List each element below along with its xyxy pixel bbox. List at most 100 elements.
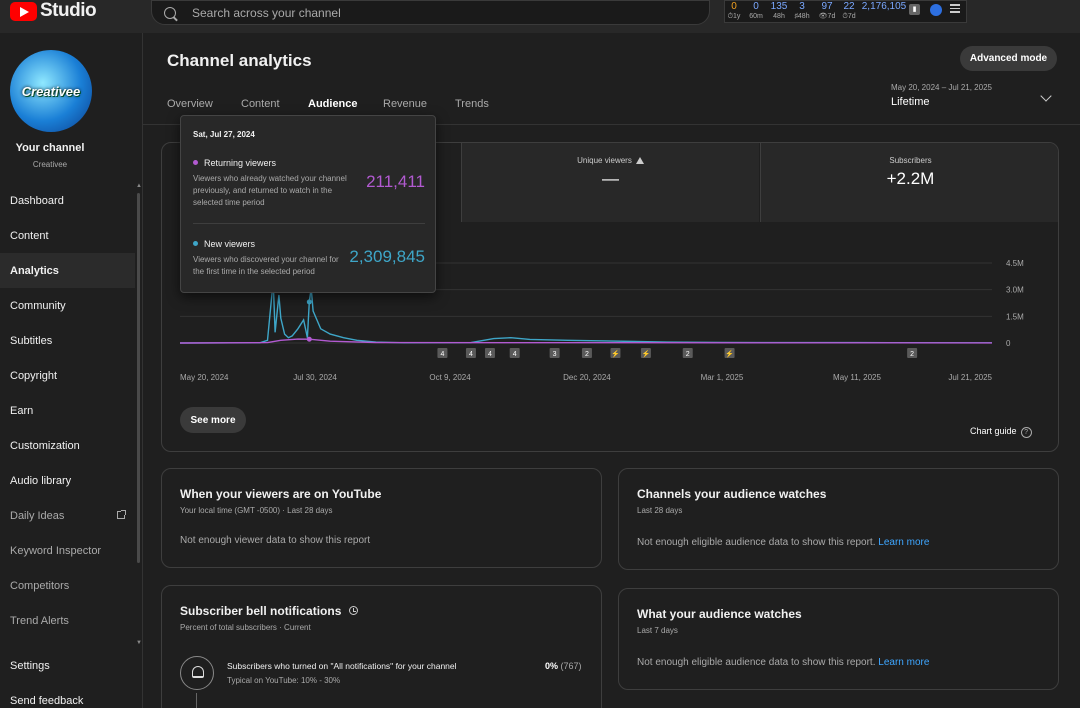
event-marker-label: 2 xyxy=(585,351,589,358)
card-title: When your viewers are on YouTube xyxy=(180,487,382,501)
tooltip-new-value: 2,309,845 xyxy=(349,247,425,266)
y-tick-label: 1.5M xyxy=(1006,312,1024,321)
external-link-icon xyxy=(117,510,126,519)
highlight-point xyxy=(306,336,312,342)
card-subtitle: Your local time (GMT -0500) · Last 28 da… xyxy=(180,506,333,515)
scroll-up-icon[interactable]: ▲ xyxy=(136,183,142,189)
stat-item: 0 ⏱1y xyxy=(727,1,741,20)
event-marker-label: 2 xyxy=(686,351,690,358)
stat-item: 135 48h xyxy=(770,1,788,20)
y-tick-label: 0 xyxy=(1006,339,1011,348)
sidebar-item-competitors[interactable]: Competitors xyxy=(0,568,135,603)
legend-dot-icon xyxy=(193,241,198,246)
date-period[interactable]: Lifetime xyxy=(891,96,930,108)
event-marker-label: 4 xyxy=(488,351,492,358)
logo-text: Studio xyxy=(40,0,97,21)
card-subtitle: Percent of total subscribers · Current xyxy=(180,623,311,632)
event-marker-label: ⚡ xyxy=(611,349,620,358)
tooltip-date: Sat, Jul 27, 2024 xyxy=(193,130,255,139)
x-tick-label: Oct 9, 2024 xyxy=(429,373,471,382)
sidebar-item-trend-alerts[interactable]: Trend Alerts xyxy=(0,603,135,638)
tab-audience[interactable]: Audience xyxy=(308,98,358,110)
analytics-icon[interactable]: ▮ xyxy=(909,4,920,15)
learn-more-link[interactable]: Learn more xyxy=(878,657,929,668)
clock-icon[interactable] xyxy=(349,606,359,615)
sidebar-item-content[interactable]: Content xyxy=(0,218,135,253)
search-bar[interactable] xyxy=(151,0,710,25)
event-marker-label: 3 xyxy=(553,351,557,358)
tooltip-returning-value: 211,411 xyxy=(366,172,425,191)
event-marker-label: 4 xyxy=(469,351,473,358)
bell-icon xyxy=(192,666,204,678)
x-tick-label: Jul 21, 2025 xyxy=(948,373,992,382)
chart-guide-link[interactable]: Chart guide? xyxy=(970,426,1032,438)
sidebar-item-subtitles[interactable]: Subtitles xyxy=(0,323,135,358)
sidebar-item-send-feedback[interactable]: Send feedback xyxy=(0,683,135,708)
tooltip-new-title: New viewers xyxy=(193,239,255,249)
menu-icon[interactable] xyxy=(950,4,960,14)
legend-dot-icon xyxy=(193,160,198,165)
learn-more-link[interactable]: Learn more xyxy=(878,537,929,548)
scroll-down-icon[interactable]: ▼ xyxy=(136,640,142,646)
stats-extension-widget[interactable]: 0 ⏱1y 0 60m 135 48h 3 ♯48h 97 👁7d 22 ⏱7d 2,176… xyxy=(724,0,967,23)
tab-overview[interactable]: Overview xyxy=(167,98,213,110)
sidebar-item-customization[interactable]: Customization xyxy=(0,428,135,463)
date-range[interactable]: May 20, 2024 – Jul 21, 2025 xyxy=(891,83,992,92)
sidebar-scrollbar[interactable] xyxy=(137,193,140,563)
tooltip-returning-desc: Viewers who already watched your channel… xyxy=(193,174,347,207)
card-title: Subscriber bell notifications xyxy=(180,604,359,618)
stat-item: 2,176,105 xyxy=(861,1,907,12)
what-audience-watches-card: What your audience watches Last 7 days N… xyxy=(618,588,1059,690)
chart-tooltip: Sat, Jul 27, 2024 Returning viewers View… xyxy=(180,115,436,293)
channel-label: Your channel xyxy=(15,142,85,154)
help-icon: ? xyxy=(1020,427,1032,438)
event-marker-label: 4 xyxy=(440,351,444,358)
channel-handle: Creativee xyxy=(32,160,68,169)
sidebar-item-settings[interactable]: Settings xyxy=(0,648,135,683)
subscriber-bell-card: Subscriber bell notifications Percent of… xyxy=(161,585,602,708)
tooltip-divider xyxy=(193,223,425,224)
event-marker-label: ⚡ xyxy=(725,349,734,358)
chevron-down-icon[interactable] xyxy=(1040,90,1052,102)
sidebar-item-copyright[interactable]: Copyright xyxy=(0,358,135,393)
event-marker-label: 2 xyxy=(910,351,914,358)
search-icon[interactable] xyxy=(164,6,176,19)
sidebar-item-daily-ideas[interactable]: Daily Ideas xyxy=(0,498,135,533)
youtube-studio-logo[interactable]: Studio xyxy=(10,0,97,22)
extension-icon[interactable] xyxy=(930,4,942,16)
search-input[interactable] xyxy=(192,5,672,20)
card-body: Not enough eligible audience data to sho… xyxy=(637,657,930,668)
tab-revenue[interactable]: Revenue xyxy=(383,98,427,110)
highlight-point xyxy=(306,299,312,305)
avatar[interactable]: Creativee xyxy=(10,50,92,132)
channels-audience-watches-card: Channels your audience watches Last 28 d… xyxy=(618,468,1059,570)
sidebar-item-community[interactable]: Community xyxy=(0,288,135,323)
sidebar-item-audio-library[interactable]: Audio library xyxy=(0,463,135,498)
bell-row-label: Subscribers who turned on "All notificat… xyxy=(227,661,457,671)
x-tick-label: Mar 1, 2025 xyxy=(701,373,744,382)
event-marker-label: 4 xyxy=(513,351,517,358)
x-tick-label: Dec 20, 2024 xyxy=(563,373,611,382)
tab-trends[interactable]: Trends xyxy=(455,98,489,110)
bell-row-sub: Typical on YouTube: 10% - 30% xyxy=(227,676,341,685)
advanced-mode-button[interactable]: Advanced mode xyxy=(960,46,1057,71)
x-tick-label: May 20, 2024 xyxy=(180,373,229,382)
sidebar-item-earn[interactable]: Earn xyxy=(0,393,135,428)
sidebar: Creativee Your channel Creativee Dashboa… xyxy=(0,33,143,708)
sidebar-item-keyword-inspector[interactable]: Keyword Inspector xyxy=(0,533,135,568)
stat-item: 0 60m xyxy=(749,1,763,20)
connector-line xyxy=(196,693,197,708)
sidebar-item-dashboard[interactable]: Dashboard xyxy=(0,183,135,218)
page-title: Channel analytics xyxy=(167,51,312,70)
tooltip-new-desc: Viewers who discovered your channel for … xyxy=(193,255,339,276)
avatar-text: Creativee xyxy=(21,83,81,99)
x-tick-label: May 11, 2025 xyxy=(833,373,881,382)
stat-item: 22 ⏱7d xyxy=(842,1,856,20)
event-marker-label: ⚡ xyxy=(642,349,651,358)
tab-content[interactable]: Content xyxy=(241,98,280,110)
see-more-button[interactable]: See more xyxy=(180,407,246,433)
sidebar-item-analytics[interactable]: Analytics xyxy=(0,253,135,288)
bell-icon-circle xyxy=(180,656,214,690)
top-bar: Studio 0⏱1y 060m 13548h 3♯48h 97👁7d 22⏱7… xyxy=(0,0,1080,33)
card-subtitle: Last 28 days xyxy=(637,506,683,515)
